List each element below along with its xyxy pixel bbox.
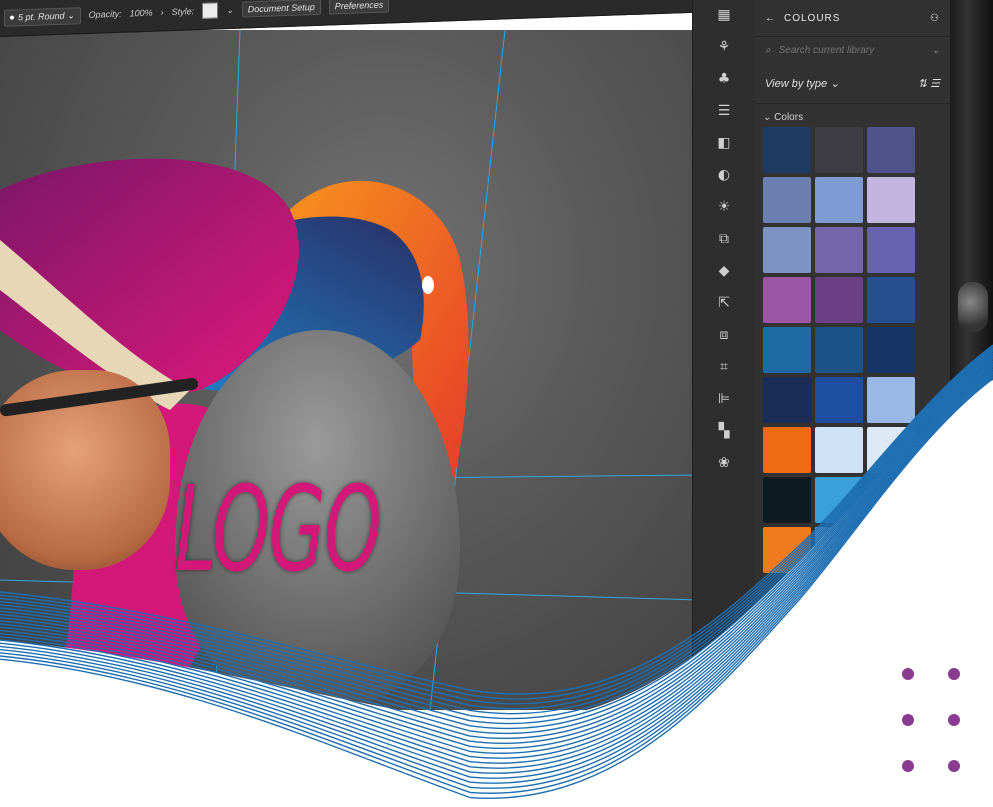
color-swatch[interactable] [815,177,863,223]
layers-icon[interactable]: ◆ [715,262,733,280]
preferences-button[interactable]: Preferences [328,0,390,15]
artboard-icon[interactable]: ▦ [715,6,733,24]
color-swatch[interactable] [815,127,863,173]
stroke-lines-icon[interactable]: ☰ [715,102,733,120]
pathfinder-icon[interactable]: ⧈ [715,326,733,344]
library-search: ⌕ ⌄ [755,37,950,63]
sort-list-icons[interactable]: ⇅ ☰ [918,77,940,90]
stroke-value: 5 pt. Round [18,10,65,22]
color-swatch[interactable] [815,277,863,323]
color-swatch-grid [755,127,950,573]
anchor-point [422,276,434,294]
document-setup-button[interactable]: Document Setup [241,0,321,18]
style-dropdown-icon[interactable]: ⌄ [226,4,234,15]
puppet-warp-icon[interactable]: ⚘ [715,38,733,56]
view-by-row: View by type ⌄ ⇅ ☰ [755,63,950,104]
color-swatch[interactable] [763,527,811,573]
panel-title: COLOURS [784,12,841,24]
color-swatch[interactable] [867,527,915,573]
color-swatch[interactable] [867,227,915,273]
align-icon[interactable]: ⊫ [715,390,733,408]
club-symbol-icon[interactable]: ♣ [715,70,733,88]
style-label: Style: [171,6,195,18]
user-icon[interactable]: ⚇ [930,13,940,24]
color-swatch[interactable] [867,477,915,523]
expand-icon[interactable]: ⇱ [715,294,733,312]
transparency-icon[interactable]: ◐ [715,166,733,184]
search-icon: ⌕ [765,44,771,56]
chevron-right-icon[interactable]: › [161,7,164,17]
monitor-knob [958,282,988,332]
decorative-dot [902,668,914,680]
color-swatch[interactable] [815,427,863,473]
color-swatch[interactable] [867,127,915,173]
color-swatch[interactable] [763,177,811,223]
color-swatch[interactable] [815,527,863,573]
colors-section-toggle[interactable]: ⌄ Colors [755,104,950,127]
color-swatch[interactable] [815,227,863,273]
decorative-dot [902,760,914,772]
style-swatch[interactable] [202,2,219,19]
color-swatch[interactable] [763,227,811,273]
color-swatch[interactable] [763,127,811,173]
color-swatch[interactable] [815,327,863,373]
opacity-label: Opacity: [88,8,122,20]
colours-library-panel: ← COLOURS ⚇ ⌕ ⌄ View by type ⌄ ⇅ ☰ ⌄ Col… [755,0,950,650]
logo-text: LOGO [175,460,382,598]
opacity-value[interactable]: 100% [130,8,153,19]
color-palette-icon[interactable]: ❀ [715,454,733,472]
panel-header: ← COLOURS ⚇ [755,0,950,37]
decorative-dot [902,714,914,726]
color-swatch[interactable] [867,177,915,223]
color-swatch[interactable] [815,377,863,423]
shape-builder-icon[interactable]: ▚ [715,422,733,440]
view-by-label: View by type [765,77,828,90]
color-swatch[interactable] [763,477,811,523]
search-input[interactable] [776,43,901,57]
color-swatch[interactable] [867,377,915,423]
decorative-dot [948,668,960,680]
stroke-profile-select[interactable]: 5 pt. Round ⌄ [4,6,81,27]
decorative-dots [898,664,968,784]
transform-icon[interactable]: ⌗ [715,358,733,376]
export-asset-icon[interactable]: ⧉ [715,230,733,248]
color-swatch[interactable] [763,427,811,473]
color-swatch[interactable] [867,427,915,473]
back-arrow-icon[interactable]: ← [765,13,776,24]
color-swatch[interactable] [815,477,863,523]
color-swatch[interactable] [867,277,915,323]
appearance-icon[interactable]: ☀ [715,198,733,216]
gradient-icon[interactable]: ◧ [715,134,733,152]
color-swatch[interactable] [763,377,811,423]
section-label: Colors [774,112,804,123]
scene: LOGO 5 pt. Round ⌄ Opacity: 100% › Style… [0,0,993,807]
color-swatch[interactable] [867,327,915,373]
chevron-down-icon[interactable]: ⌄ [932,45,940,56]
color-swatch[interactable] [763,327,811,373]
decorative-dot [948,760,960,772]
decorative-dot [948,714,960,726]
stroke-dot-icon [10,15,14,20]
panel-icon-strip: ▦ ⚘ ♣ ☰ ◧ ◐ ☀ ⧉ ◆ ⇱ ⧈ ⌗ ⊫ ▚ ❀ [692,0,756,656]
color-swatch[interactable] [763,277,811,323]
view-by-dropdown[interactable]: View by type ⌄ [765,77,839,90]
